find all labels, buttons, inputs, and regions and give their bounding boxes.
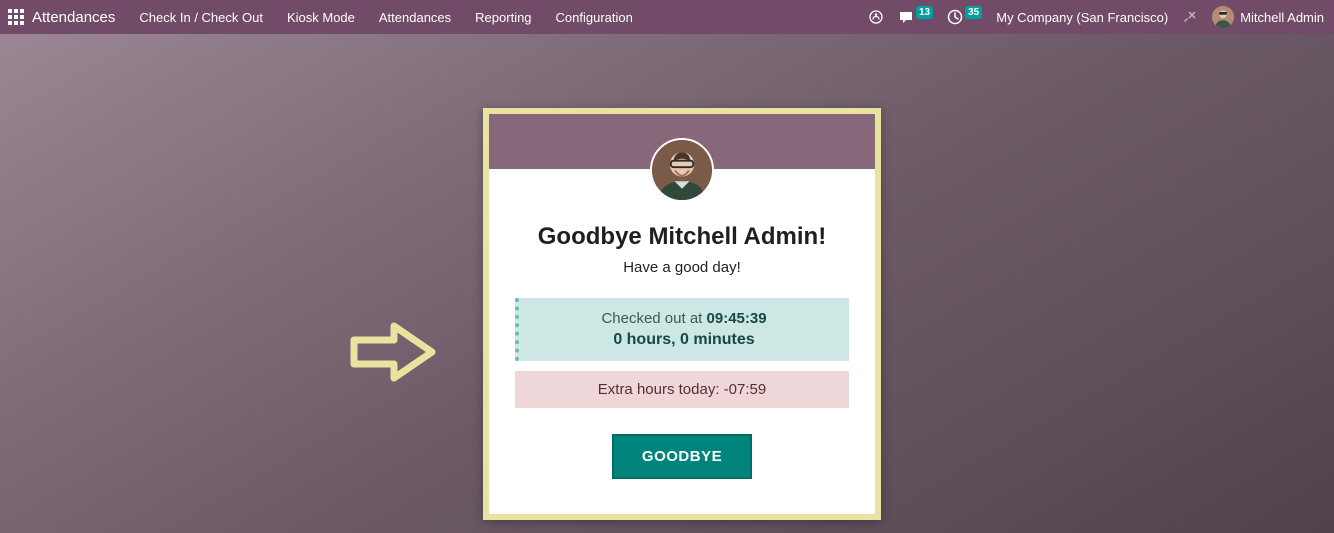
- support-icon[interactable]: [868, 9, 884, 25]
- menu-reporting[interactable]: Reporting: [475, 10, 531, 25]
- extra-hours-prefix: Extra hours today:: [598, 381, 724, 398]
- subtext: Have a good day!: [489, 259, 875, 276]
- company-selector[interactable]: My Company (San Francisco): [996, 10, 1168, 25]
- goodbye-button[interactable]: GOODBYE: [612, 434, 752, 479]
- menu-configuration[interactable]: Configuration: [556, 10, 633, 25]
- user-name: Mitchell Admin: [1240, 10, 1324, 25]
- activities-icon[interactable]: 35: [947, 9, 982, 25]
- menu-attendances[interactable]: Attendances: [379, 10, 451, 25]
- worked-duration: 0 hours, 0 minutes: [529, 331, 839, 349]
- activities-badge: 35: [965, 6, 982, 19]
- debug-icon[interactable]: [1182, 9, 1198, 25]
- messages-badge: 13: [916, 6, 933, 19]
- app-brand[interactable]: Attendances: [32, 9, 115, 26]
- user-avatar-small: [1212, 6, 1234, 28]
- checkout-time: 09:45:39: [707, 310, 767, 327]
- extra-hours-box: Extra hours today: -07:59: [515, 371, 849, 408]
- top-navbar: Attendances Check In / Check Out Kiosk M…: [0, 0, 1334, 34]
- messages-icon[interactable]: 13: [898, 9, 933, 25]
- nav-right: 13 35 My Company (San Francisco) Mitchel…: [868, 6, 1324, 28]
- menu-checkin-checkout[interactable]: Check In / Check Out: [139, 10, 263, 25]
- user-avatar-large: [650, 138, 714, 202]
- checkout-prefix: Checked out at: [601, 310, 706, 327]
- menu-kiosk-mode[interactable]: Kiosk Mode: [287, 10, 355, 25]
- arrow-annotation: [350, 322, 436, 382]
- apps-icon[interactable]: [8, 9, 24, 25]
- user-menu[interactable]: Mitchell Admin: [1212, 6, 1324, 28]
- card-body: Goodbye Mitchell Admin! Have a good day!…: [489, 169, 875, 479]
- extra-hours-value: -07:59: [724, 381, 767, 398]
- checkout-time-line: Checked out at 09:45:39: [529, 310, 839, 327]
- checkout-card: Goodbye Mitchell Admin! Have a good day!…: [483, 108, 881, 520]
- nav-left: Attendances Check In / Check Out Kiosk M…: [8, 9, 657, 26]
- checkout-info-box: Checked out at 09:45:39 0 hours, 0 minut…: [515, 298, 849, 361]
- greeting-text: Goodbye Mitchell Admin!: [489, 223, 875, 251]
